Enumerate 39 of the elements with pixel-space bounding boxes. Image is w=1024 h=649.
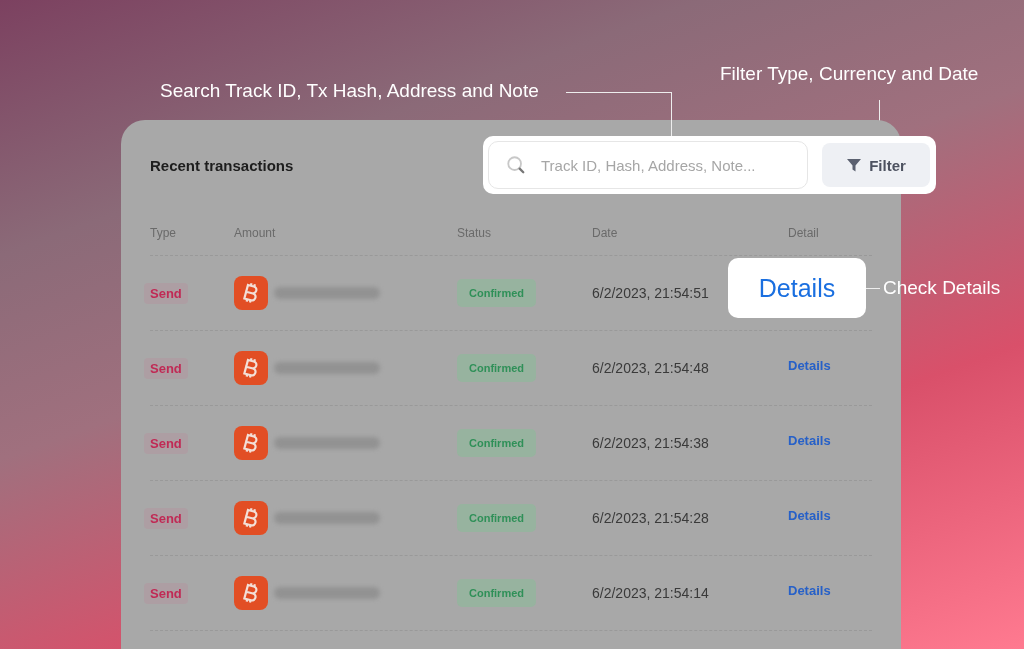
column-header: Date bbox=[592, 225, 619, 240]
date-text: 6/2/2023, 21:54:38 bbox=[592, 435, 709, 451]
details-link[interactable]: Details bbox=[788, 507, 831, 523]
callout-label: Check Details bbox=[883, 277, 1001, 299]
status-badge: Confirmed bbox=[457, 504, 536, 532]
column-header: Amount bbox=[234, 225, 277, 240]
type-label: Send bbox=[144, 282, 188, 304]
date-text: 6/2/2023, 21:54:48 bbox=[592, 360, 709, 376]
search-icon bbox=[506, 155, 526, 175]
type-label: Send bbox=[144, 357, 188, 379]
date-text: 6/2/2023, 21:54:51 bbox=[592, 285, 709, 301]
details-link[interactable]: Details bbox=[788, 357, 831, 373]
coin-icon bbox=[234, 426, 268, 460]
type-label: Send bbox=[144, 582, 188, 604]
coin-icon bbox=[234, 276, 268, 310]
status-badge: Confirmed bbox=[457, 354, 536, 382]
callout-label: Search Track ID, Tx Hash, Address and Note bbox=[160, 80, 539, 102]
coin-icon bbox=[234, 501, 268, 535]
date-text: 6/2/2023, 21:54:14 bbox=[592, 585, 709, 601]
coin-icon bbox=[234, 576, 268, 610]
details-link[interactable]: Details bbox=[788, 582, 831, 598]
status-badge: Confirmed bbox=[457, 579, 536, 607]
callout-label: Filter Type, Currency and Date bbox=[720, 63, 979, 85]
details-link[interactable]: Details bbox=[788, 432, 831, 448]
card-title: Recent transactions bbox=[150, 156, 294, 174]
column-header: Status bbox=[457, 225, 493, 240]
column-header: Type bbox=[150, 225, 177, 240]
search-field[interactable]: Track ID, Hash, Address, Note... bbox=[488, 141, 808, 189]
date-text: 6/2/2023, 21:54:28 bbox=[592, 510, 709, 526]
type-label: Send bbox=[144, 432, 188, 454]
leader-line bbox=[866, 288, 880, 289]
filter-button[interactable]: Filter bbox=[822, 143, 930, 187]
type-label: Send bbox=[144, 507, 188, 529]
status-badge: Confirmed bbox=[457, 279, 536, 307]
coin-icon bbox=[234, 351, 268, 385]
funnel-icon bbox=[846, 157, 863, 173]
status-badge: Confirmed bbox=[457, 429, 536, 457]
details-link[interactable]: Details bbox=[728, 258, 866, 318]
column-header: Detail bbox=[788, 225, 820, 240]
